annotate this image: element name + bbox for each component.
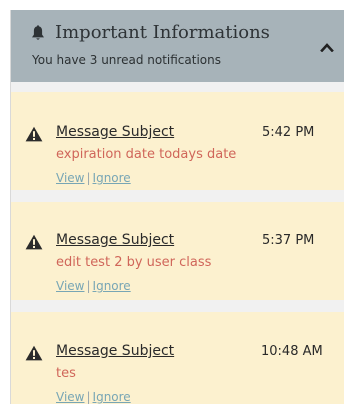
warning-icon — [25, 345, 43, 361]
panel-header[interactable]: Important Informations You have 3 unread… — [11, 10, 344, 82]
notification-card: Message Subject 10:48 AM tes View | Ignore — [11, 312, 344, 404]
action-separator: | — [86, 390, 91, 404]
message-body: tes — [56, 366, 76, 381]
view-link[interactable]: View — [56, 279, 84, 293]
notifications-panel: Important Informations You have 3 unread… — [10, 10, 344, 404]
message-actions: View | Ignore — [56, 171, 131, 185]
action-separator: | — [86, 279, 91, 293]
message-actions: View | Ignore — [56, 279, 131, 293]
view-link[interactable]: View — [56, 171, 84, 185]
chevron-up-icon[interactable] — [320, 42, 334, 52]
message-subject-link[interactable]: Message Subject — [56, 232, 174, 248]
unread-count-text: You have 3 unread notifications — [32, 53, 221, 67]
message-subject-link[interactable]: Message Subject — [56, 124, 174, 140]
message-body: edit test 2 by user class — [56, 255, 212, 270]
ignore-link[interactable]: Ignore — [93, 171, 131, 185]
action-separator: | — [86, 171, 91, 185]
warning-icon — [25, 126, 43, 142]
message-time: 5:37 PM — [262, 233, 315, 248]
warning-icon — [25, 234, 43, 250]
message-time: 10:48 AM — [261, 344, 323, 359]
message-actions: View | Ignore — [56, 390, 131, 404]
panel-title: Important Informations — [55, 22, 270, 43]
message-body: expiration date todays date — [56, 147, 237, 162]
ignore-link[interactable]: Ignore — [93, 390, 131, 404]
notification-card: Message Subject 5:42 PM expiration date … — [11, 92, 344, 190]
message-subject-link[interactable]: Message Subject — [56, 343, 174, 359]
bell-icon — [32, 25, 44, 40]
notification-card: Message Subject 5:37 PM edit test 2 by u… — [11, 202, 344, 300]
message-time: 5:42 PM — [262, 125, 315, 140]
view-link[interactable]: View — [56, 390, 84, 404]
ignore-link[interactable]: Ignore — [93, 279, 131, 293]
